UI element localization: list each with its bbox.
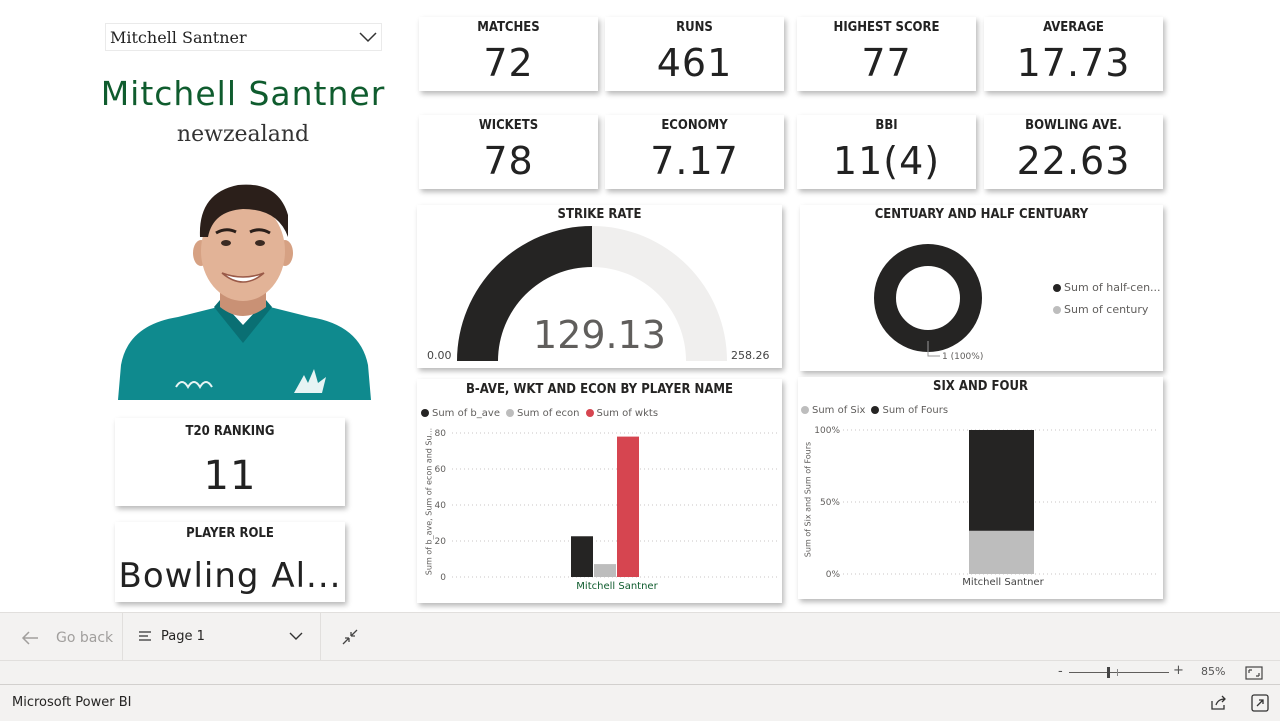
kpi-title: RUNS (676, 20, 713, 35)
gauge-value: 129.13 (533, 313, 666, 357)
page-selector-label: Page 1 (161, 629, 205, 644)
zoom-in-button[interactable]: + (1173, 663, 1184, 678)
status-bar: - + 85% (0, 660, 1280, 685)
zoom-slider[interactable] (1069, 667, 1169, 678)
role-title: PLAYER ROLE (186, 526, 274, 541)
zoom-level: 85% (1201, 665, 1226, 678)
kpi-card-runs: RUNS 461 (605, 17, 784, 91)
divider (122, 613, 123, 661)
player-name: Mitchell Santner (100, 74, 386, 113)
kpi-value: 78 (483, 139, 534, 183)
legend-label: Sum of century (1064, 303, 1149, 316)
slicer-selected-value: Mitchell Santner (110, 28, 247, 47)
kpi-value: 11(4) (832, 139, 941, 183)
kpi-card-average: AVERAGE 17.73 (984, 17, 1163, 91)
fit-to-page-icon[interactable] (1245, 666, 1263, 680)
gauge-min-label: 0.00 (427, 349, 452, 362)
donut-legend-item[interactable]: Sum of half-cen... (1053, 281, 1161, 294)
divider (320, 613, 321, 661)
legend-dot (1053, 284, 1061, 292)
kpi-value: 7.17 (650, 139, 739, 183)
bar-sum-of-b_ave (571, 536, 593, 577)
century-donut-card[interactable]: CENTUARY AND HALF CENTUARY 1 (100%) Sum … (800, 205, 1163, 371)
app-title: Microsoft Power BI (12, 695, 132, 710)
y-tick-label: 40 (435, 501, 447, 511)
player-country: newzealand (176, 122, 310, 147)
arrow-left-icon (21, 631, 38, 645)
role-value: Bowling Al... (118, 556, 342, 596)
donut-legend-item[interactable]: Sum of century (1053, 303, 1148, 316)
kpi-value: 461 (656, 41, 733, 85)
kpi-value: 72 (483, 41, 534, 85)
six-four-bar-plot: 0% 50% 100% (814, 426, 1158, 580)
kpi-title: BBI (875, 118, 898, 133)
chevron-down-icon (359, 32, 377, 43)
kpi-title: WICKETS (478, 118, 539, 133)
y-tick-label: 100% (814, 426, 840, 436)
kpi-card-highest-score: HIGHEST SCORE 77 (797, 17, 976, 91)
player-photo (118, 184, 371, 400)
stacked-bar-sum-of-six (969, 530, 1034, 574)
donut-ring[interactable] (874, 244, 982, 352)
ranking-title: T20 RANKING (185, 424, 275, 439)
report-nav-bar: Go back Page 1 (0, 612, 1280, 661)
donut-data-label: 1 (100%) (942, 352, 984, 362)
kpi-card-wickets: WICKETS 78 (419, 115, 598, 189)
zoom-slider-midmark (1117, 669, 1118, 676)
go-back-button[interactable]: Go back (20, 627, 113, 649)
stacked-bar-sum-of-fours (969, 430, 1034, 531)
bar-sum-of-wkts (617, 436, 639, 577)
bar-sum-of-econ (594, 564, 616, 577)
open-in-new-window-icon[interactable] (1251, 694, 1269, 712)
player-slicer[interactable]: Mitchell Santner (105, 23, 382, 51)
collapse-icon[interactable] (341, 628, 359, 646)
ranking-value: 11 (203, 453, 257, 499)
strike-rate-gauge-card[interactable]: STRIKE RATE 129.13 0.00 258.26 (417, 205, 782, 368)
six-four-chart-card[interactable]: SIX AND FOUR Sum of Six Sum of Fours Sum… (798, 377, 1163, 599)
chevron-down-icon (289, 632, 303, 640)
y-tick-label: 60 (435, 465, 447, 475)
zoom-slider-handle[interactable] (1107, 667, 1110, 678)
zoom-out-button[interactable]: - (1058, 664, 1063, 679)
y-tick-label: 50% (820, 498, 840, 508)
x-axis-category-label: Mitchell Santner (576, 581, 658, 592)
role-card: PLAYER ROLE Bowling Al... (115, 522, 345, 602)
bowling-bar-plot: 0 20 40 60 80 (435, 429, 777, 583)
kpi-title: HIGHEST SCORE (833, 20, 940, 35)
go-back-label: Go back (56, 630, 114, 646)
kpi-card-bbi: BBI 11(4) (797, 115, 976, 189)
kpi-card-bowling-average: BOWLING AVE. 22.63 (984, 115, 1163, 189)
legend-label: Sum of half-cen... (1064, 281, 1161, 294)
kpi-card-economy: ECONOMY 7.17 (605, 115, 784, 189)
y-tick-label: 0% (826, 570, 841, 580)
kpi-value: 17.73 (1016, 41, 1131, 85)
ranking-card: T20 RANKING 11 (115, 418, 345, 506)
page-list-icon (139, 631, 151, 641)
y-tick-label: 0 (440, 573, 446, 583)
kpi-value: 22.63 (1016, 139, 1131, 183)
y-tick-label: 20 (435, 537, 447, 547)
kpi-value: 77 (861, 41, 912, 85)
kpi-title: ECONOMY (661, 118, 728, 133)
share-icon[interactable] (1210, 695, 1228, 711)
kpi-title: AVERAGE (1043, 20, 1104, 35)
kpi-card-matches: MATCHES 72 (419, 17, 598, 91)
kpi-title: BOWLING AVE. (1025, 118, 1122, 133)
kpi-title: MATCHES (477, 20, 540, 35)
page-selector[interactable]: Page 1 (138, 627, 308, 649)
y-tick-label: 80 (435, 429, 447, 439)
legend-dot (1053, 306, 1061, 314)
app-title-bar: Microsoft Power BI (0, 684, 1280, 721)
bowling-bar-chart-card[interactable]: B-AVE, WKT AND ECON BY PLAYER NAME Sum o… (417, 379, 782, 603)
gauge-max-label: 258.26 (731, 349, 770, 362)
x-axis-category-label: Mitchell Santner (962, 577, 1044, 588)
